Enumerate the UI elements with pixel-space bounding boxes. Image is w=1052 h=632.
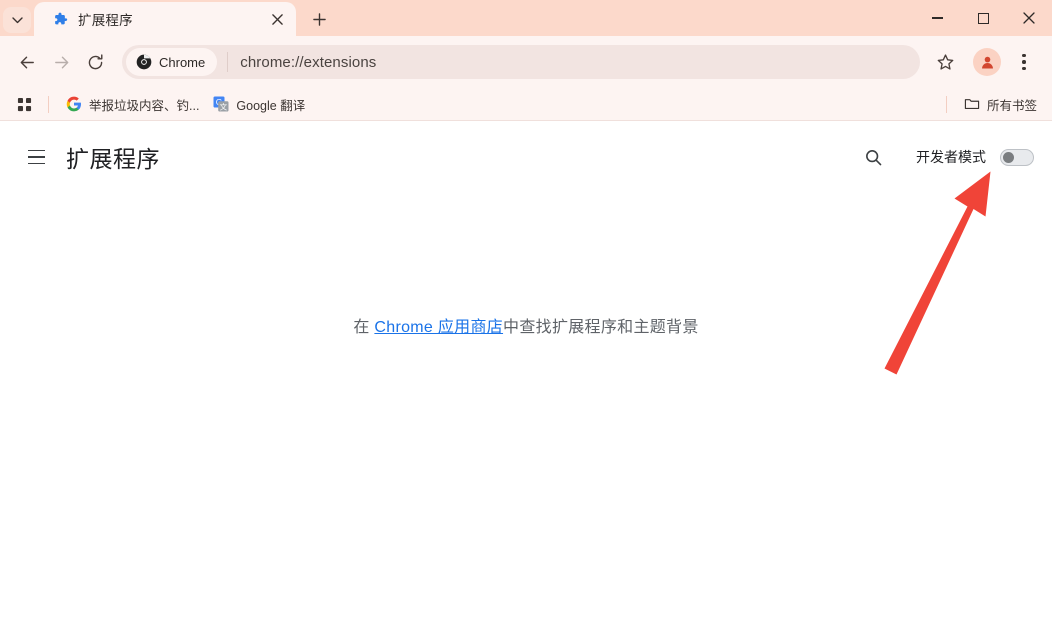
arrow-right-icon [54,56,68,68]
window-minimize-button[interactable] [914,0,960,36]
reload-button[interactable] [78,45,112,79]
address-bar[interactable]: Chrome chrome://extensions [122,45,920,79]
grid-apps-icon [17,97,31,111]
back-button[interactable] [10,45,44,79]
chrome-logo-icon [136,54,152,70]
browser-toolbar: Chrome chrome://extensions [0,36,1052,88]
star-icon [937,53,953,70]
extensions-header: 扩展程序 开发者模式 [0,121,1052,193]
tab-search-pill [3,7,31,33]
tab-close-button[interactable] [266,8,288,30]
new-tab-button[interactable] [302,4,336,34]
window-controls [914,0,1052,36]
omnibox-chip-label: Chrome [159,54,206,70]
profile-avatar-button[interactable] [973,48,1001,76]
all-bookmarks-label: 所有书签 [986,98,1037,113]
reload-icon [88,53,102,69]
svg-text:文: 文 [220,102,228,112]
bookmark-item-report-spam[interactable]: 举报垃圾内容、钓... [59,92,206,117]
google-translate-icon: G 文 [213,96,229,112]
browser-window: 扩展程序 Chrome chrome://extensions 举报垃圾内容、钓… [0,0,1052,632]
folder-icon [964,99,980,110]
window-close-button[interactable] [1006,0,1052,36]
search-icon [865,149,881,165]
bookmark-label: Google 翻译 [236,98,306,113]
bookmark-label: 举报垃圾内容、钓... [89,98,200,113]
bookmark-item-google-translate[interactable]: G 文 Google 翻译 [206,92,312,117]
tab-search-button[interactable] [0,4,34,36]
bookmarks-divider-right [945,95,947,113]
bookmarks-bar-right: 所有书签 [936,92,1044,117]
omnibox-url-text: chrome://extensions [240,53,377,71]
chevron-down-icon [11,16,23,23]
person-icon [981,56,993,68]
omnibox-chrome-chip[interactable]: Chrome [126,48,218,76]
empty-state-suffix: 中查找扩展程序和主题背景 [503,319,699,336]
extensions-empty-state: 在 Chrome 应用商店中查找扩展程序和主题背景 [0,193,1052,632]
forward-button[interactable] [44,45,78,79]
tab-extensions[interactable]: 扩展程序 [34,2,296,36]
arrow-left-icon [20,56,34,68]
dev-mode-label: 开发者模式 [916,149,986,165]
window-maximize-button[interactable] [960,0,1006,36]
tab-strip: 扩展程序 [0,0,1052,36]
bookmarks-bar: 举报垃圾内容、钓... G 文 Google 翻译 所有书签 [0,88,1052,121]
chrome-web-store-link[interactable]: Chrome 应用商店 [374,319,503,336]
extensions-page: 扩展程序 开发者模式 在 Chrome 应用商店中查找扩展程序和主题背景 [0,121,1052,632]
dev-mode-toggle[interactable] [1000,148,1034,166]
page-title: 扩展程序 [66,146,160,172]
main-menu-button[interactable] [16,137,56,177]
tab-title: 扩展程序 [78,13,133,28]
all-bookmarks-button[interactable]: 所有书签 [957,92,1044,117]
google-g-icon [66,96,81,112]
omnibox-divider [227,52,229,72]
browser-menu-button[interactable] [1010,45,1038,79]
empty-state-prefix: 在 [353,319,375,336]
extensions-header-actions: 开发者模式 [854,138,1034,176]
bookmarks-divider [48,95,49,113]
plus-icon [312,12,326,26]
apps-shortcut-button[interactable] [10,91,38,117]
extensions-search-button[interactable] [854,138,892,176]
close-icon [271,13,283,25]
bookmark-star-button[interactable] [928,45,962,79]
puzzle-piece-icon [55,12,68,25]
dev-mode-toggle-knob [1003,151,1014,163]
close-icon [1023,12,1035,24]
empty-state-message: 在 Chrome 应用商店中查找扩展程序和主题背景 [0,313,1052,337]
